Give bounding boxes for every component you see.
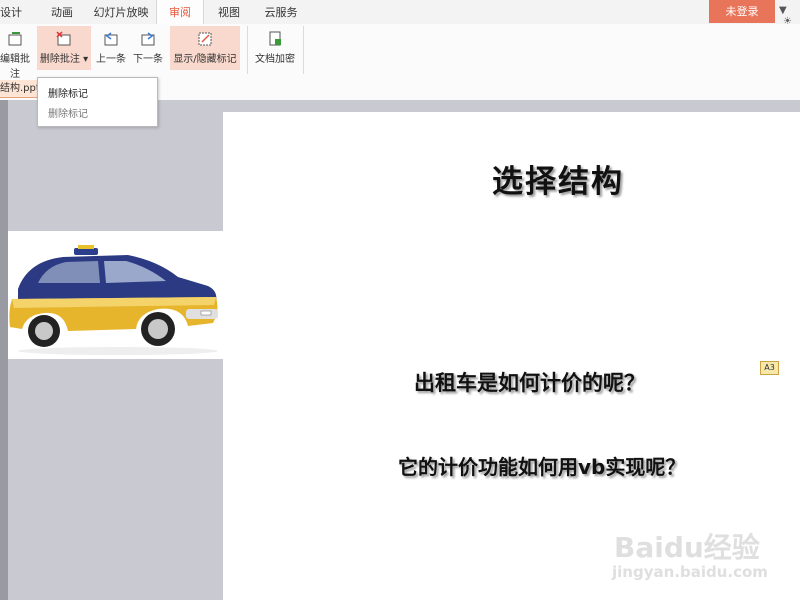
previous-comment-button[interactable]: 上一条 [94,26,128,70]
ribbon-separator [247,26,248,74]
slide-text-question-1[interactable]: 出租车是如何计价的呢？ [414,367,645,397]
delete-comment-dropdown: 删除标记 删除标记 [37,77,158,127]
menu-item-delete-markup-disabled[interactable]: 删除标记 [48,105,88,120]
slide-text-question-2[interactable]: 它的计价功能如何用vb实现呢？ [398,451,685,480]
previous-icon [104,32,118,46]
tab-slideshow[interactable]: 幻灯片放映 [92,0,150,24]
show-hide-markup-button[interactable]: 显示/隐藏标记 [170,26,240,70]
tab-animation[interactable]: 动画 [45,0,79,24]
edit-comment-icon [8,32,22,46]
edit-comment-button[interactable]: 编辑批注 [0,26,34,80]
lock-document-icon [269,31,281,46]
tab-bar: 设计 动画 幻灯片放映 审阅 视图 云服务 未登录 ▼ ☀ [0,0,800,27]
watermark-logo: Baidu经验 [614,531,760,564]
tab-cloud[interactable]: 云服务 [261,0,301,24]
delete-comment-button[interactable]: 删除批注 ▾ [37,26,91,70]
watermark-url: jingyan.baidu.com [612,563,768,581]
taxi-image [8,231,223,359]
slide-title[interactable]: 选择结构 [492,156,624,201]
comment-marker[interactable]: A3 [760,361,779,375]
delete-comment-icon [56,31,71,46]
slide-thumbnail-panel[interactable] [0,100,8,600]
tab-view[interactable]: 视图 [214,0,244,24]
encrypt-document-button[interactable]: 文档加密 [252,26,298,70]
menu-item-delete-markup[interactable]: 删除标记 [48,85,88,100]
login-button[interactable]: 未登录 [709,0,775,23]
ribbon-separator [303,26,304,74]
next-icon [141,32,155,46]
next-comment-button[interactable]: 下一条 [131,26,165,70]
markup-icon [198,32,212,46]
tab-review[interactable]: 审阅 [156,0,204,24]
shirt-icon[interactable]: ▼ [779,5,787,16]
dropdown-caret-icon: ▾ [79,54,89,65]
tab-design[interactable]: 设计 [0,0,24,24]
